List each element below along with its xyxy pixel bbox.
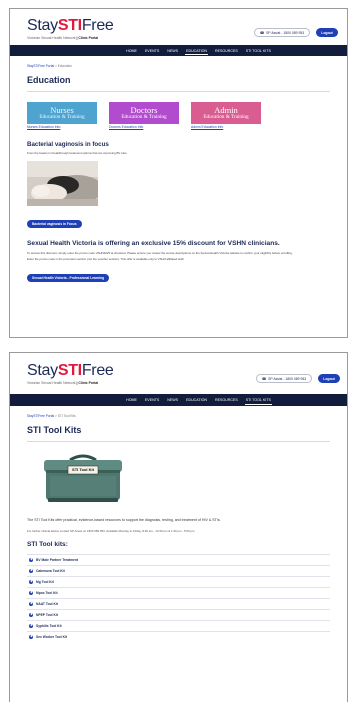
breadcrumb: StaySTIFree Portal > Education	[27, 64, 72, 68]
phone-icon: ☎	[261, 376, 267, 381]
toolkit-item-naat[interactable]: NAAT Tool Kit	[27, 597, 330, 609]
toolkits-lead-text: The STI Tool Kits offer practical, evide…	[27, 517, 221, 522]
breadcrumb: StaySTIFree Portal > STI Tool Kits	[27, 414, 76, 418]
nav-education[interactable]: EDUCATION	[182, 394, 211, 406]
toolkits-list-title: STI Tool kits:	[27, 540, 68, 548]
page-title: Education	[27, 75, 71, 85]
logo-subtitle: Victorian Sexual Health Network | Clinic…	[27, 36, 99, 40]
toolkit-box-image: STI Tool Kit	[40, 452, 126, 504]
admin-education-tile[interactable]: Admin Education & Training	[191, 101, 261, 124]
breadcrumb-home-link[interactable]: StaySTIFree Portal	[27, 64, 54, 68]
toolkit-item-bv-male-partner[interactable]: BV Male Partner Treatment	[27, 553, 330, 565]
site-header: StaySTIFree Victorian Sexual Health Netw…	[10, 353, 347, 394]
chevron-right-icon	[29, 612, 33, 617]
nav-news[interactable]: NEWS	[163, 394, 182, 406]
breadcrumb-current: STI Tool Kits	[57, 414, 76, 418]
chevron-right-icon	[29, 623, 33, 628]
page-title: STI Tool Kits	[27, 425, 82, 435]
breadcrumb-current: Education	[57, 64, 72, 68]
offer-title: Sexual Health Victoria is offering an ex…	[27, 239, 280, 247]
site-header: StaySTIFree Victorian Sexual Health Netw…	[10, 9, 347, 45]
toolkits-page-screenshot: StaySTIFree Victorian Sexual Health Netw…	[9, 352, 348, 702]
sp-assist-phone-button[interactable]: ☎ SP Assist - 1800 089 953	[256, 374, 312, 383]
nav-resources[interactable]: RESOURCES	[211, 45, 242, 56]
phone-icon: ☎	[259, 30, 265, 35]
toolkit-item-npep[interactable]: NPEP Tool Kit	[27, 608, 330, 620]
bv-in-focus-button[interactable]: Bacterial vaginosis in Focus	[27, 219, 82, 228]
offer-text-1: To access this discount, simply enter th…	[27, 250, 293, 255]
nav-events[interactable]: EVENTS	[141, 45, 163, 56]
logout-button[interactable]: Logout	[318, 374, 340, 383]
chevron-right-icon	[29, 568, 33, 573]
logo-subtitle: Victorian Sexual Health Network | Clinic…	[27, 381, 99, 385]
toolkit-box-label: STI Tool Kit	[72, 467, 94, 472]
nav-sti-tool-kits[interactable]: STI TOOL KITS	[242, 394, 275, 406]
bv-section-text: From the basics to breakthrough treatmen…	[27, 150, 127, 155]
nurses-education-tile[interactable]: Nurses Education & Training	[27, 101, 97, 124]
doctors-education-link[interactable]: Doctors Education Info	[109, 125, 179, 129]
bv-photo	[27, 160, 98, 206]
chevron-right-icon	[29, 557, 33, 562]
nav-events[interactable]: EVENTS	[141, 394, 163, 406]
divider	[27, 91, 330, 92]
nav-sti-tool-kits[interactable]: STI TOOL KITS	[242, 45, 275, 56]
site-logo[interactable]: StaySTIFree	[27, 362, 114, 380]
toolkit-item-syphilis[interactable]: Syphilis Tool Kit	[27, 619, 330, 631]
chevron-right-icon	[29, 579, 33, 584]
site-logo[interactable]: StaySTIFree	[27, 17, 114, 35]
shv-professional-learning-button[interactable]: Sexual Health Victoria - Professional Le…	[27, 274, 110, 283]
bv-section-title: Bacterial vaginosis in focus	[27, 140, 109, 148]
education-page-screenshot: StaySTIFree Victorian Sexual Health Netw…	[9, 8, 348, 338]
nav-education[interactable]: EDUCATION	[182, 45, 211, 56]
nav-resources[interactable]: RESOURCES	[211, 394, 242, 406]
divider	[27, 441, 330, 442]
toolkit-item-sex-worker[interactable]: Sex Worker Tool Kit	[27, 630, 330, 642]
logout-button[interactable]: Logout	[316, 28, 338, 37]
chevron-right-icon	[29, 634, 33, 639]
doctors-education-tile[interactable]: Doctors Education & Training	[109, 101, 179, 124]
toolkit-item-mg[interactable]: Mg Tool Kit	[27, 575, 330, 587]
main-nav: HOME EVENTS NEWS EDUCATION RESOURCES STI…	[10, 394, 347, 406]
toolkit-item-mpox[interactable]: Mpox Tool Kit	[27, 586, 330, 598]
chevron-right-icon	[29, 601, 33, 606]
nurses-education-link[interactable]: Nurses Education Info	[27, 125, 97, 129]
toolkit-item-cabenuva[interactable]: Cabenuva Tool Kit	[27, 564, 330, 576]
nav-home[interactable]: HOME	[122, 45, 141, 56]
admin-education-link[interactable]: Admin Education Info	[191, 125, 261, 129]
breadcrumb-home-link[interactable]: StaySTIFree Portal	[27, 414, 54, 418]
sp-assist-phone-button[interactable]: ☎ SP Assist - 1800 089 953	[254, 28, 310, 37]
offer-text-2: Enter the promo code in the promotion se…	[27, 256, 185, 261]
nav-news[interactable]: NEWS	[163, 45, 182, 56]
education-tiles: Nurses Education & Training Nurses Educa…	[27, 101, 347, 129]
chevron-right-icon	[29, 590, 33, 595]
toolkit-list: BV Male Partner Treatment Cabenuva Tool …	[27, 553, 330, 642]
main-nav: HOME EVENTS NEWS EDUCATION RESOURCES STI…	[10, 45, 347, 56]
sp-assist-advice: For further clinical advice contact SP A…	[27, 528, 195, 533]
nav-home[interactable]: HOME	[122, 394, 141, 406]
